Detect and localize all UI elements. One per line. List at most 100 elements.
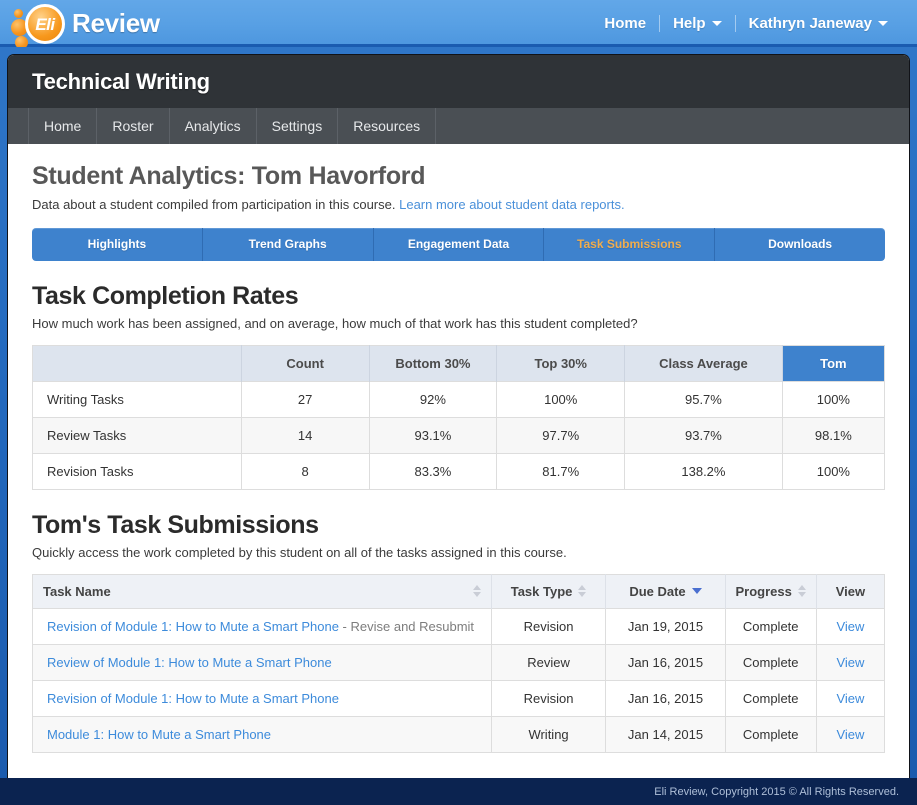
tab-task-submissions[interactable]: Task Submissions [544, 227, 716, 261]
rates-cell-student: 100% [782, 452, 885, 490]
brand-logo[interactable]: Eli Review [10, 0, 160, 49]
page-subtitle: Data about a student compiled from parti… [32, 196, 885, 214]
table-row: Review of Module 1: How to Mute a Smart … [32, 643, 885, 681]
tab-trend-graphs[interactable]: Trend Graphs [203, 227, 374, 261]
course-nav-roster[interactable]: Roster [97, 108, 170, 144]
rates-row-label: Revision Tasks [32, 452, 242, 490]
rates-col-class-average: Class Average [624, 345, 783, 382]
rates-cell-bottom30: 83.3% [369, 452, 498, 490]
task-link[interactable]: Revision of Module 1: How to Mute a Smar… [47, 691, 339, 706]
rates-cell-top30: 81.7% [496, 452, 626, 490]
submission-task-type: Writing [491, 715, 607, 753]
course-nav-analytics[interactable]: Analytics [170, 108, 257, 144]
submission-view-cell: View [816, 715, 885, 753]
tab-downloads[interactable]: Downloads [715, 228, 885, 261]
submission-task-name-cell: Revision of Module 1: How to Mute a Smar… [32, 607, 492, 645]
submissions-section-subtitle: Quickly access the work completed by thi… [32, 544, 567, 560]
subs-col-task-name[interactable]: Task Name [32, 574, 492, 609]
table-row: Revision Tasks 8 83.3% 81.7% 138.2% 100% [32, 452, 885, 490]
rates-col-student: Tom [782, 345, 885, 382]
tab-engagement-data[interactable]: Engagement Data [374, 227, 545, 261]
rates-cell-class-average: 95.7% [624, 380, 783, 418]
task-link[interactable]: Revision of Module 1: How to Mute a Smar… [47, 619, 339, 634]
task-submissions-table: Task Name Task Type Due Date Progress Vi… [32, 573, 885, 753]
view-link[interactable]: View [836, 655, 864, 670]
rates-cell-student: 100% [782, 380, 885, 418]
subs-col-progress[interactable]: Progress [725, 574, 817, 609]
subs-col-task-name-label: Task Name [43, 583, 111, 599]
submission-due-date: Jan 16, 2015 [605, 643, 726, 681]
page-title: Student Analytics: Tom Havorford [32, 162, 426, 190]
rates-cell-top30: 97.7% [496, 416, 626, 454]
submission-task-name-cell: Revision of Module 1: How to Mute a Smar… [32, 679, 492, 717]
subs-col-progress-label: Progress [735, 583, 792, 599]
table-row: Module 1: How to Mute a Smart Phone Writ… [32, 715, 885, 753]
table-header-row: Count Bottom 30% Top 30% Class Average T… [32, 345, 885, 382]
nav-help[interactable]: Help [660, 16, 735, 31]
submission-progress: Complete [725, 643, 817, 681]
subs-col-due-date[interactable]: Due Date [605, 574, 726, 609]
rates-section-title: Task Completion Rates [32, 281, 299, 310]
submission-task-name-cell: Review of Module 1: How to Mute a Smart … [32, 643, 492, 681]
submission-view-cell: View [816, 643, 885, 681]
rates-row-label: Writing Tasks [32, 380, 242, 418]
course-title: Technical Writing [32, 68, 210, 94]
submission-progress: Complete [725, 715, 817, 753]
logo-review-text: Review [72, 8, 160, 38]
subs-col-due-date-label: Due Date [629, 583, 686, 599]
course-nav-resources[interactable]: Resources [338, 108, 437, 144]
table-row: Revision of Module 1: How to Mute a Smar… [32, 679, 885, 717]
view-link[interactable]: View [836, 619, 864, 634]
task-link[interactable]: Module 1: How to Mute a Smart Phone [47, 727, 271, 742]
page-subtitle-text: Data about a student compiled from parti… [32, 196, 396, 212]
rates-col-bottom30: Bottom 30% [369, 345, 498, 382]
eli-logo-icon: Eli [10, 0, 68, 49]
course-nav: Home Roster Analytics Settings Resources [8, 108, 909, 144]
nav-help-label: Help [673, 15, 706, 32]
content-card: Technical Writing Home Roster Analytics … [7, 54, 910, 778]
course-nav-home[interactable]: Home [28, 108, 98, 144]
submission-task-type: Revision [491, 679, 607, 717]
task-name-suffix: - Revise and Resubmit [338, 618, 475, 634]
rates-col-count: Count [241, 345, 370, 382]
nav-home[interactable]: Home [591, 16, 659, 31]
task-link[interactable]: Review of Module 1: How to Mute a Smart … [47, 655, 332, 670]
nav-user-menu[interactable]: Kathryn Janeway [736, 16, 901, 31]
submission-task-type: Review [491, 643, 607, 681]
page-footer: Eli Review, Copyright 2015 © All Rights … [0, 778, 917, 805]
rates-cell-class-average: 93.7% [624, 416, 783, 454]
rates-cell-top30: 100% [496, 380, 626, 418]
sort-both-icon [472, 584, 481, 598]
rates-cell-class-average: 138.2% [624, 452, 783, 490]
submissions-section-title: Tom's Task Submissions [32, 510, 319, 539]
sort-both-icon [797, 584, 806, 598]
main-content: Student Analytics: Tom Havorford Data ab… [8, 144, 909, 753]
rates-cell-bottom30: 93.1% [369, 416, 498, 454]
analytics-tabbar: Highlights Trend Graphs Engagement Data … [32, 227, 885, 261]
nav-home-label: Home [604, 15, 647, 32]
rates-cell-count: 27 [241, 380, 370, 418]
student-data-reports-link[interactable]: Learn more about student data reports. [399, 197, 624, 212]
submission-progress: Complete [725, 607, 817, 645]
table-header-row: Task Name Task Type Due Date Progress Vi… [32, 574, 885, 609]
logo-eli-text: Eli [35, 14, 55, 34]
subs-col-view: View [816, 574, 885, 609]
rates-row-label: Review Tasks [32, 416, 242, 454]
logo-bubble-small [14, 9, 23, 18]
chevron-down-icon [711, 21, 722, 26]
view-link[interactable]: View [836, 691, 864, 706]
submission-due-date: Jan 16, 2015 [605, 679, 726, 717]
view-link[interactable]: View [836, 727, 864, 742]
submission-view-cell: View [816, 607, 885, 645]
table-row: Writing Tasks 27 92% 100% 95.7% 100% [32, 380, 885, 418]
task-completion-rates-table: Count Bottom 30% Top 30% Class Average T… [32, 344, 885, 490]
submission-view-cell: View [816, 679, 885, 717]
submission-task-type: Revision [491, 607, 607, 645]
nav-user-label: Kathryn Janeway [748, 15, 872, 32]
subs-col-task-type[interactable]: Task Type [491, 574, 607, 609]
rates-col-top30: Top 30% [496, 345, 626, 382]
rates-cell-bottom30: 92% [369, 380, 498, 418]
tab-highlights[interactable]: Highlights [32, 227, 203, 261]
rates-cell-student: 98.1% [782, 416, 885, 454]
course-nav-settings[interactable]: Settings [257, 108, 339, 144]
